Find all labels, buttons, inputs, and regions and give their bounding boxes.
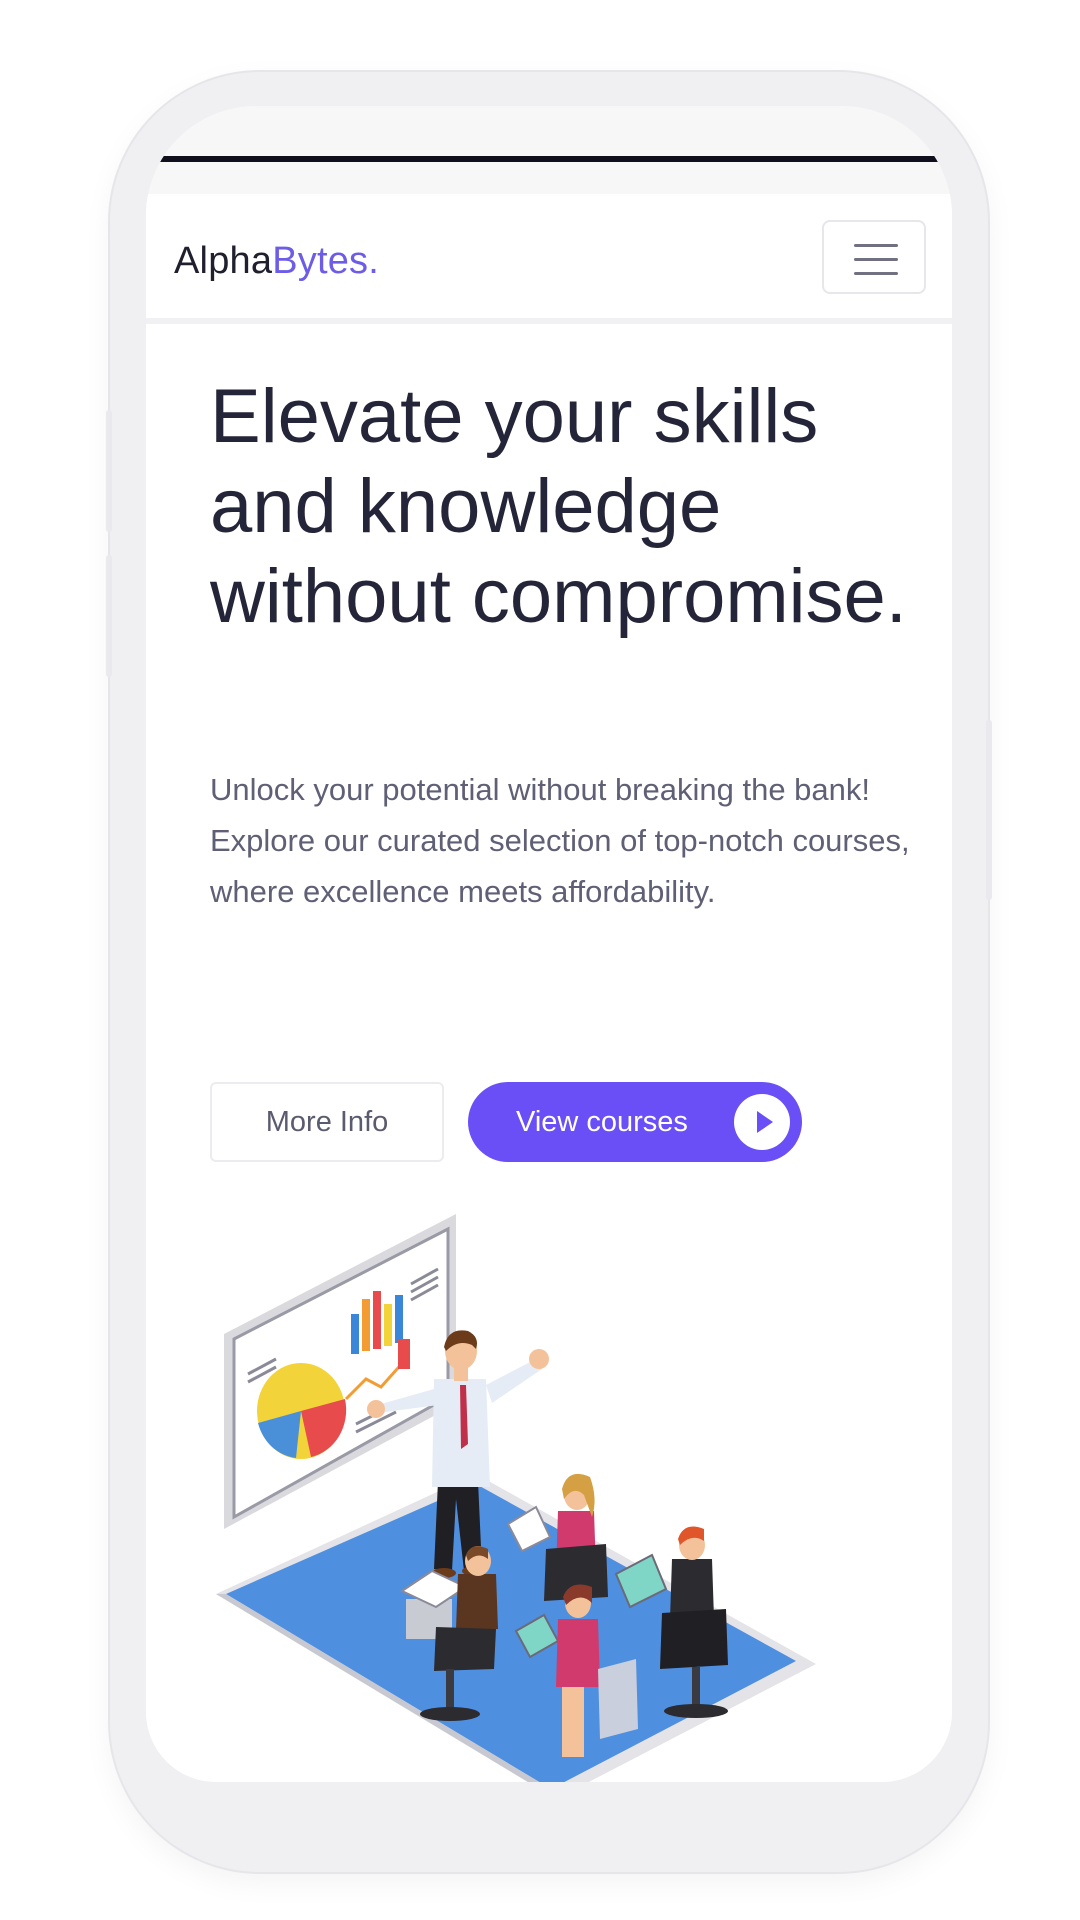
web-page[interactable]: AlphaBytes. Elevate your skills and know… <box>146 194 952 1782</box>
more-info-button[interactable]: More Info <box>210 1082 444 1162</box>
hero-description: Unlock your potential without breaking t… <box>210 772 910 909</box>
hamburger-menu-icon-bar <box>854 272 898 275</box>
hamburger-menu-button[interactable] <box>822 220 926 294</box>
view-courses-button[interactable]: View courses <box>468 1082 802 1162</box>
phone-power-button <box>986 720 992 900</box>
status-bar <box>154 156 944 162</box>
view-courses-label: View courses <box>516 1106 688 1138</box>
brand-logo[interactable]: AlphaBytes. <box>174 240 379 283</box>
play-circle-icon <box>734 1094 790 1150</box>
presentation-meeting-illustration <box>216 1214 816 1782</box>
hamburger-menu-icon <box>854 244 898 247</box>
hamburger-menu-icon-bar <box>854 258 898 261</box>
navbar: AlphaBytes. <box>146 194 952 324</box>
phone-screen: AlphaBytes. Elevate your skills and know… <box>146 106 952 1782</box>
phone-volume-up-button <box>106 410 112 532</box>
phone-mockup-page: AlphaBytes. Elevate your skills and know… <box>0 0 1080 1920</box>
brand-name-primary: Alpha <box>174 240 273 282</box>
hero-title: Elevate your skills and knowledge withou… <box>210 374 907 639</box>
phone-volume-down-button <box>106 555 112 677</box>
brand-name-accent: Bytes. <box>272 240 379 282</box>
